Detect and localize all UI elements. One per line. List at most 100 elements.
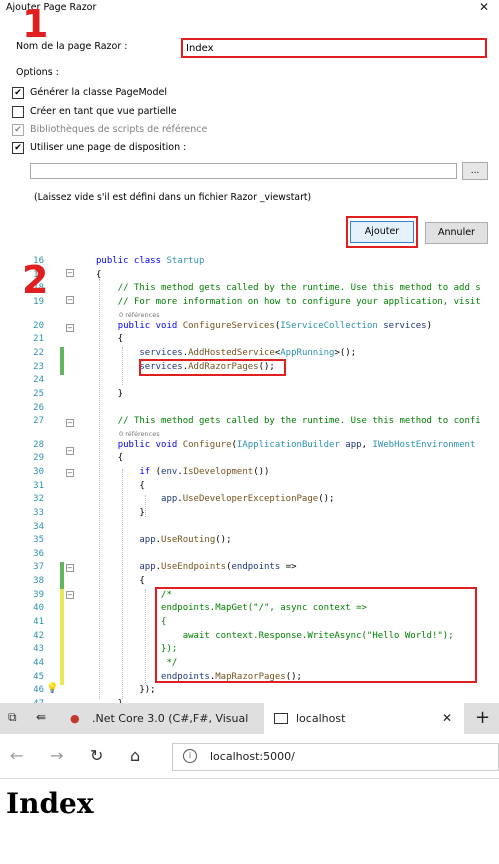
script-libraries-label: Bibliothèques de scripts de référence <box>30 124 208 135</box>
code-line: // For more information on how to config… <box>117 297 481 307</box>
code-line: } <box>96 389 124 399</box>
line-number: 28 <box>33 440 44 450</box>
layout-hint: (Laissez vide s'il est défini dans un fi… <box>34 192 312 203</box>
page-name-input[interactable] <box>181 38 487 58</box>
partial-view-checkbox[interactable] <box>12 106 24 118</box>
line-number: 20 <box>33 321 44 331</box>
pagemodel-checkbox[interactable]: ✔ <box>12 87 24 99</box>
new-tab-button[interactable]: + <box>466 703 499 734</box>
layout-page-input[interactable] <box>30 163 457 179</box>
browser-window: ⧉ ⇚ ● .Net Core 3.0 (C#,F#, Visual local… <box>0 703 499 864</box>
line-number: 46 <box>33 685 44 695</box>
tab-title: .Net Core 3.0 (C#,F#, Visual <box>92 712 249 725</box>
code-line: } <box>96 508 145 518</box>
code-editor[interactable]: − − − − − − − − 16 17 18 19 20 21 22 23 … <box>0 251 499 703</box>
tab-bar: ⧉ ⇚ ● .Net Core 3.0 (C#,F#, Visual local… <box>0 703 499 734</box>
code-line: app.UseEndpoints(endpoints => <box>139 562 297 572</box>
line-number: 43 <box>33 644 44 654</box>
line-number: 35 <box>33 535 44 545</box>
code-line: app.UseRouting(); <box>139 535 232 545</box>
close-icon[interactable]: ✕ <box>479 0 489 14</box>
tab-net-core[interactable]: ● .Net Core 3.0 (C#,F#, Visual <box>62 703 261 734</box>
code-line: public void Configure(IApplicationBuilde… <box>117 440 476 450</box>
collapse-toggle-icon[interactable]: − <box>66 591 74 599</box>
change-bar-unsaved <box>60 589 64 685</box>
line-number: 22 <box>33 348 44 358</box>
code-line: { <box>96 453 124 463</box>
code-line: public void ConfigureServices(IServiceCo… <box>117 321 433 331</box>
forward-icon[interactable]: → <box>50 746 63 765</box>
line-number: 29 <box>33 453 44 463</box>
add-razor-pages-highlight <box>139 359 286 376</box>
endpoints-highlight <box>155 587 477 683</box>
line-number: 30 <box>33 467 44 477</box>
tab-manager-icon[interactable]: ⧉ <box>8 710 17 725</box>
step-1-annotation: 1 <box>22 2 49 46</box>
code-line: public class Startup <box>96 256 205 266</box>
line-number: 34 <box>33 522 44 532</box>
options-label: Options : <box>16 67 59 78</box>
line-number: 24 <box>33 375 44 385</box>
page-heading: Index <box>6 787 94 820</box>
line-number: 39 <box>33 590 44 600</box>
code-line: { <box>96 481 145 491</box>
line-number: 31 <box>33 481 44 491</box>
close-icon[interactable]: ✕ <box>442 703 452 734</box>
layout-page-checkbox[interactable]: ✔ <box>12 142 24 154</box>
cancel-button[interactable]: Annuler <box>425 222 488 244</box>
add-razor-page-dialog: Ajouter Page Razor ✕ Nom de la page Razo… <box>0 0 499 252</box>
collapse-toggle-icon[interactable]: − <box>66 447 74 455</box>
code-line: { <box>96 334 124 344</box>
line-number: 23 <box>33 362 44 372</box>
line-number: 26 <box>33 403 44 413</box>
partial-view-label: Créer en tant que vue partielle <box>30 106 177 117</box>
home-icon[interactable]: ⌂ <box>130 746 140 765</box>
line-number: 27 <box>33 416 44 426</box>
collapse-toggle-icon[interactable]: − <box>66 324 74 332</box>
line-number: 36 <box>33 549 44 559</box>
change-bar-saved <box>60 562 64 589</box>
codelens-references[interactable]: 0 références <box>119 430 160 438</box>
tab-title: localhost <box>296 712 346 725</box>
line-number: 44 <box>33 658 44 668</box>
code-line: // This method gets called by the runtim… <box>117 283 481 293</box>
layout-page-label: Utiliser une page de disposition : <box>30 142 187 153</box>
line-number: 45 <box>33 672 44 682</box>
line-number: 21 <box>33 334 44 344</box>
refresh-icon[interactable]: ↻ <box>90 746 103 765</box>
line-number: 32 <box>33 494 44 504</box>
line-number: 41 <box>33 617 44 627</box>
step-2-annotation: 2 <box>22 258 49 302</box>
collapse-toggle-icon[interactable]: − <box>66 296 74 304</box>
code-line: { <box>96 270 102 280</box>
code-line: }); <box>96 685 156 695</box>
codelens-references[interactable]: 0 références <box>119 311 160 319</box>
info-icon[interactable]: i <box>183 749 197 763</box>
lightbulb-icon[interactable]: 💡 <box>46 683 58 694</box>
collapse-toggle-icon[interactable]: − <box>66 564 74 572</box>
address-text[interactable]: localhost:5000/ <box>210 750 295 763</box>
raspberry-icon: ● <box>70 712 80 725</box>
script-libraries-checkbox: ✔ <box>12 124 24 136</box>
pagemodel-label: Générer la classe PageModel <box>30 87 167 98</box>
code-line: services.AddHostedService<AppRunning>(); <box>139 348 357 358</box>
line-number: 38 <box>33 576 44 586</box>
back-icon[interactable]: ← <box>10 746 23 765</box>
code-line: { <box>96 576 145 586</box>
add-button[interactable]: Ajouter <box>350 221 414 243</box>
code-line: if (env.IsDevelopment()) <box>139 467 270 477</box>
collapse-toggle-icon[interactable]: − <box>66 469 74 477</box>
browse-button[interactable]: ... <box>462 162 488 180</box>
tabs-aside-icon[interactable]: ⇚ <box>36 710 46 724</box>
code-line: app.UseDeveloperExceptionPage(); <box>161 494 335 504</box>
tab-localhost[interactable]: localhost ✕ <box>264 703 464 734</box>
change-bar-saved <box>60 347 64 375</box>
line-number: 42 <box>33 631 44 641</box>
line-number: 33 <box>33 508 44 518</box>
line-number: 37 <box>33 562 44 572</box>
line-number: 40 <box>33 603 44 613</box>
code-line: // This method gets called by the runtim… <box>117 416 481 426</box>
page-icon <box>274 713 288 724</box>
collapse-toggle-icon[interactable]: − <box>66 419 74 427</box>
collapse-toggle-icon[interactable]: − <box>66 269 74 277</box>
